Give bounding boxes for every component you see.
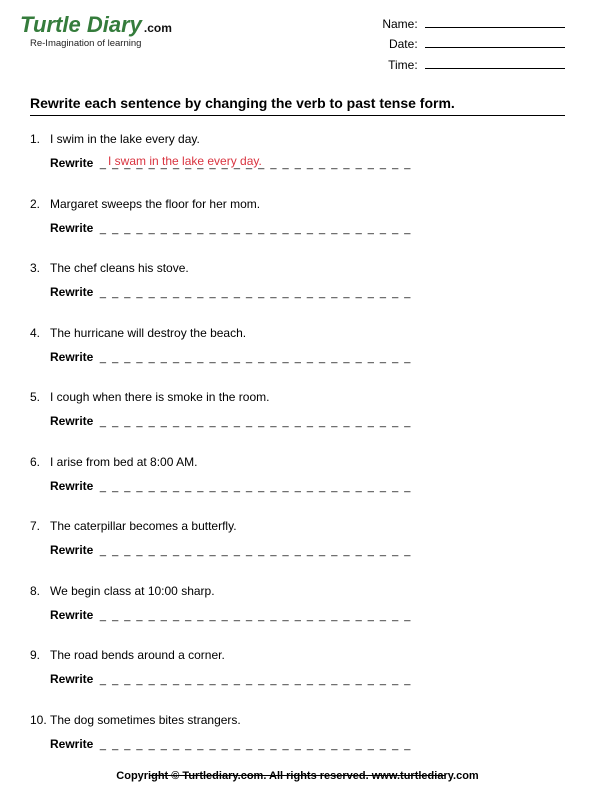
rewrite-label: Rewrite	[50, 221, 93, 235]
question-item: 9.The road bends around a corner. Rewrite…	[30, 646, 565, 689]
question-text: I cough when there is smoke in the room.	[50, 388, 269, 406]
question-number: 10.	[30, 711, 50, 729]
questions-container: 1.I swim in the lake every day. Rewrite _…	[0, 130, 595, 753]
question-item: 10.The dog sometimes bites strangers. Rew…	[30, 711, 565, 754]
question-text: The road bends around a corner.	[50, 646, 225, 664]
logo-tagline: Re-Imagination of learning	[30, 38, 172, 49]
question-sentence: 8.We begin class at 10:00 sharp.	[30, 582, 565, 600]
name-label: Name:	[382, 14, 417, 34]
rewrite-row: Rewrite _ _ _ _ _ _ _ _ _ _ _ _ _ _ _ _ …	[50, 735, 565, 754]
question-sentence: 6.I arise from bed at 8:00 AM.	[30, 453, 565, 471]
question-text: I arise from bed at 8:00 AM.	[50, 453, 197, 471]
date-label: Date:	[389, 34, 418, 54]
question-sentence: 1.I swim in the lake every day.	[30, 130, 565, 148]
answer-line[interactable]: _ _ _ _ _ _ _ _ _ _ _ _ _ _ _ _ _ _ _ _ …	[95, 739, 412, 751]
answer-line[interactable]: _ _ _ _ _ _ _ _ _ _ _ _ _ _ _ _ _ _ _ _ …	[95, 674, 412, 686]
question-item: 7.The caterpillar becomes a butterfly. Re…	[30, 517, 565, 560]
question-text: I swim in the lake every day.	[50, 130, 200, 148]
header: Turtle Diary.com Re-Imagination of learn…	[0, 0, 595, 75]
rewrite-row: Rewrite _ _ _ _ _ _ _ _ _ _ _ _ _ _ _ _ …	[50, 606, 565, 625]
answer-line[interactable]: _ _ _ _ _ _ _ _ _ _ _ _ _ _ _ _ _ _ _ _ …	[95, 287, 412, 299]
question-number: 5.	[30, 388, 50, 406]
question-number: 2.	[30, 195, 50, 213]
answer-line[interactable]: _ _ _ _ _ _ _ _ _ _ _ _ _ _ _ _ _ _ _ _ …	[95, 610, 412, 622]
question-sentence: 2.Margaret sweeps the floor for her mom.	[30, 195, 565, 213]
logo-dotcom: .com	[144, 21, 172, 35]
question-number: 7.	[30, 517, 50, 535]
rewrite-label: Rewrite	[50, 737, 93, 751]
answer-line[interactable]: _ _ _ _ _ _ _ _ _ _ _ _ _ _ _ _ _ _ _ _ …	[95, 481, 412, 493]
rewrite-label: Rewrite	[50, 285, 93, 299]
rewrite-label: Rewrite	[50, 672, 93, 686]
question-number: 3.	[30, 259, 50, 277]
question-item: 5.I cough when there is smoke in the roo…	[30, 388, 565, 431]
question-item: 8.We begin class at 10:00 sharp. Rewrite …	[30, 582, 565, 625]
question-item: 2.Margaret sweeps the floor for her mom.…	[30, 195, 565, 238]
answer-line[interactable]: _ _ _ _ _ _ _ _ _ _ _ _ _ _ _ _ _ _ _ _ …	[95, 223, 412, 235]
sample-answer: I swam in the lake every day.	[108, 152, 262, 170]
question-sentence: 3.The chef cleans his stove.	[30, 259, 565, 277]
question-text: The caterpillar becomes a butterfly.	[50, 517, 237, 535]
question-sentence: 5.I cough when there is smoke in the roo…	[30, 388, 565, 406]
instruction: Rewrite each sentence by changing the ve…	[30, 95, 565, 111]
rewrite-label: Rewrite	[50, 479, 93, 493]
rewrite-row: Rewrite _ _ _ _ _ _ _ _ _ _ _ _ _ _ _ _ …	[50, 670, 565, 689]
question-text: The hurricane will destroy the beach.	[50, 324, 246, 342]
question-item: 4.The hurricane will destroy the beach. R…	[30, 324, 565, 367]
name-row: Name:	[382, 14, 565, 34]
footer: Copyright © Turtlediary.com. All rights …	[0, 775, 595, 776]
rewrite-label: Rewrite	[50, 543, 93, 557]
answer-line[interactable]: _ _ _ _ _ _ _ _ _ _ _ _ _ _ _ _ _ _ _ _ …	[95, 352, 412, 364]
question-text: The dog sometimes bites strangers.	[50, 711, 241, 729]
answer-line[interactable]: _ _ _ _ _ _ _ _ _ _ _ _ _ _ _ _ _ _ _ _ …	[95, 416, 412, 428]
question-item: 6.I arise from bed at 8:00 AM. Rewrite _ …	[30, 453, 565, 496]
meta-block: Name: Date: Time:	[382, 14, 565, 75]
question-text: We begin class at 10:00 sharp.	[50, 582, 215, 600]
rewrite-row: Rewrite _ _ _ _ _ _ _ _ _ _ _ _ _ _ _ _ …	[50, 154, 565, 173]
question-sentence: 4.The hurricane will destroy the beach.	[30, 324, 565, 342]
time-input-line[interactable]	[425, 57, 565, 69]
logo-main-text: Turtle Diary	[20, 12, 142, 37]
question-number: 4.	[30, 324, 50, 342]
answer-line[interactable]: _ _ _ _ _ _ _ _ _ _ _ _ _ _ _ _ _ _ _ _ …	[95, 545, 412, 557]
rewrite-label: Rewrite	[50, 156, 93, 170]
question-number: 1.	[30, 130, 50, 148]
time-row: Time:	[382, 55, 565, 75]
question-sentence: 9.The road bends around a corner.	[30, 646, 565, 664]
rewrite-row: Rewrite _ _ _ _ _ _ _ _ _ _ _ _ _ _ _ _ …	[50, 541, 565, 560]
date-input-line[interactable]	[425, 36, 565, 48]
rewrite-row: Rewrite _ _ _ _ _ _ _ _ _ _ _ _ _ _ _ _ …	[50, 412, 565, 431]
question-text: Margaret sweeps the floor for her mom.	[50, 195, 260, 213]
question-item: 3.The chef cleans his stove. Rewrite _ _ …	[30, 259, 565, 302]
question-item: 1.I swim in the lake every day. Rewrite _…	[30, 130, 565, 173]
name-input-line[interactable]	[425, 16, 565, 28]
rewrite-row: Rewrite _ _ _ _ _ _ _ _ _ _ _ _ _ _ _ _ …	[50, 477, 565, 496]
rewrite-row: Rewrite _ _ _ _ _ _ _ _ _ _ _ _ _ _ _ _ …	[50, 219, 565, 238]
question-number: 6.	[30, 453, 50, 471]
rewrite-row: Rewrite _ _ _ _ _ _ _ _ _ _ _ _ _ _ _ _ …	[50, 348, 565, 367]
logo-title: Turtle Diary.com	[20, 14, 172, 36]
date-row: Date:	[382, 34, 565, 54]
rewrite-label: Rewrite	[50, 350, 93, 364]
question-number: 8.	[30, 582, 50, 600]
question-number: 9.	[30, 646, 50, 664]
logo: Turtle Diary.com Re-Imagination of learn…	[20, 14, 172, 75]
copyright: Copyright © Turtlediary.com. All rights …	[0, 770, 595, 782]
rewrite-row: Rewrite _ _ _ _ _ _ _ _ _ _ _ _ _ _ _ _ …	[50, 283, 565, 302]
question-text: The chef cleans his stove.	[50, 259, 189, 277]
divider	[30, 115, 565, 116]
question-sentence: 10.The dog sometimes bites strangers.	[30, 711, 565, 729]
rewrite-label: Rewrite	[50, 414, 93, 428]
time-label: Time:	[388, 55, 418, 75]
question-sentence: 7.The caterpillar becomes a butterfly.	[30, 517, 565, 535]
rewrite-label: Rewrite	[50, 608, 93, 622]
